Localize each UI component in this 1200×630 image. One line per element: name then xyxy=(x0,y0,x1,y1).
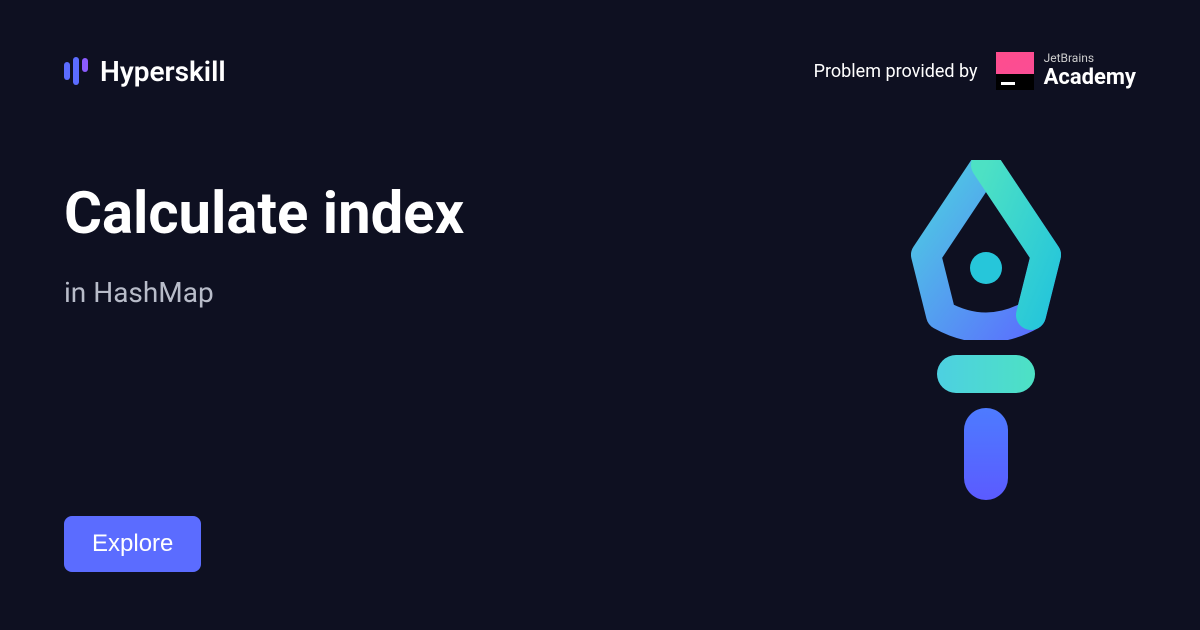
provided-by-block: Problem provided by JetBrains Academy xyxy=(814,52,1136,90)
hyperskill-logo[interactable]: Hyperskill xyxy=(64,55,226,88)
jetbrains-square-icon xyxy=(996,52,1034,90)
page-subtitle: in HashMap xyxy=(64,276,876,309)
jetbrains-label-large: Academy xyxy=(1044,66,1136,90)
pen-tool-icon xyxy=(876,160,1096,500)
pen-nib-icon xyxy=(911,160,1061,340)
page-title: Calculate index xyxy=(64,180,876,248)
brand-name: Hyperskill xyxy=(100,55,226,88)
pen-mid-segment-icon xyxy=(937,355,1035,393)
jetbrains-text: JetBrains Academy xyxy=(1044,52,1136,89)
explore-button[interactable]: Explore xyxy=(64,516,201,572)
header: Hyperskill Problem provided by JetBrains… xyxy=(0,0,1200,90)
provided-by-label: Problem provided by xyxy=(814,61,978,82)
text-block: Calculate index in HashMap xyxy=(64,180,876,309)
hyperskill-bars-icon xyxy=(64,56,88,86)
pen-handle-icon xyxy=(964,408,1008,500)
main-content: Calculate index in HashMap xyxy=(0,90,1200,500)
jetbrains-academy-logo[interactable]: JetBrains Academy xyxy=(996,52,1136,90)
jetbrains-label-small: JetBrains xyxy=(1044,52,1136,65)
